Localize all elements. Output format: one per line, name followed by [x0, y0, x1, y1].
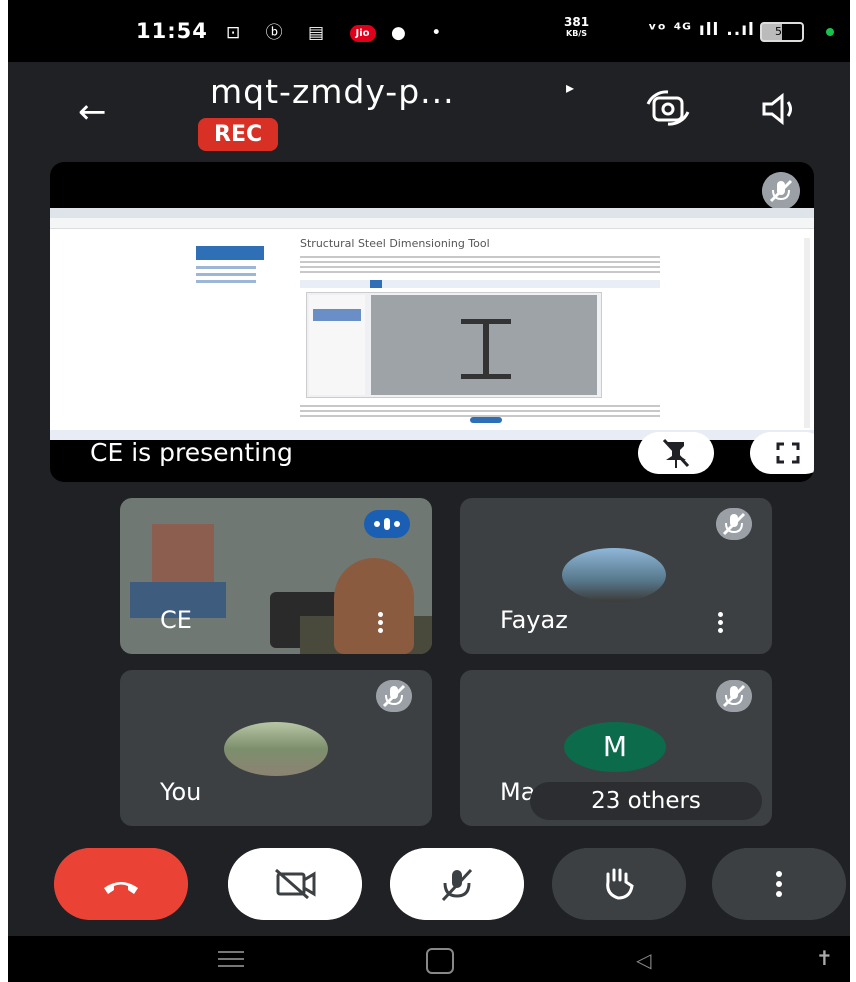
privacy-dot — [826, 28, 834, 36]
back-arrow-icon[interactable]: ← — [78, 92, 107, 132]
home-icon[interactable] — [426, 948, 454, 974]
avatar: M — [564, 722, 666, 772]
more-vert-icon[interactable] — [712, 848, 846, 920]
meet-call-screen: 11:54 ⊡ ⓑ ▤ Jio ● • 381 KB/S ᵛᵒ ⁴ᴳ ıll ..… — [8, 0, 850, 982]
shared-sidebar — [196, 246, 266, 306]
recents-icon[interactable] — [218, 950, 244, 968]
jio-icon: Jio — [349, 24, 376, 42]
status-bar: 11:54 ⊡ ⓑ ▤ Jio ● • 381 KB/S ᵛᵒ ⁴ᴳ ıll ..… — [8, 0, 850, 62]
meeting-code[interactable]: mqt-zmdy-p... — [210, 72, 455, 111]
pin-off-icon[interactable] — [638, 432, 714, 474]
nav-back-icon[interactable]: ◁ — [636, 948, 651, 972]
shared-screen: Structural Steel Dimensioning Tool — [50, 208, 814, 440]
speaker-icon[interactable] — [760, 92, 800, 126]
avatar — [224, 722, 328, 776]
mic-off-icon — [376, 680, 412, 712]
fullscreen-icon[interactable] — [750, 432, 814, 474]
accessibility-icon[interactable]: ✝ — [816, 946, 833, 970]
avatar — [562, 548, 666, 602]
recording-badge: REC — [198, 118, 279, 151]
others-chip[interactable]: 23 others — [530, 782, 762, 820]
battery-icon: 50 — [760, 22, 804, 42]
participant-name: Fayaz — [500, 606, 568, 634]
more-vert-icon[interactable] — [376, 612, 384, 636]
mic-off-icon[interactable] — [390, 848, 524, 920]
shared-heading: Structural Steel Dimensioning Tool — [300, 237, 490, 250]
mic-off-icon — [716, 680, 752, 712]
more-vert-icon[interactable] — [716, 612, 724, 636]
mic-off-icon — [716, 508, 752, 540]
presentation-tile[interactable]: Structural Steel Dimensioning Tool CE is… — [50, 162, 814, 482]
system-nav-bar: ◁ ✝ — [8, 936, 850, 982]
participant-tile-ce[interactable]: CE — [120, 498, 432, 654]
network-speed: 381 KB/S — [564, 15, 590, 38]
meeting-header: ← mqt-zmdy-p... ▸ REC — [8, 62, 850, 162]
participant-name: CE — [160, 606, 192, 634]
chevron-right-icon[interactable]: ▸ — [566, 78, 574, 97]
rotate-camera-icon[interactable] — [646, 90, 690, 126]
status-time: 11:54 — [136, 19, 208, 43]
camera-off-icon[interactable] — [228, 848, 362, 920]
mic-off-icon — [762, 172, 800, 210]
call-icon: ● — [390, 23, 416, 43]
call-controls — [8, 848, 850, 934]
speaking-indicator-icon — [364, 510, 410, 538]
shared-drawing-panel — [306, 292, 602, 398]
participant-name: You — [160, 778, 202, 806]
status-notification-icons: ⊡ ⓑ ▤ Jio ● • — [226, 23, 452, 43]
end-call-icon[interactable] — [54, 848, 188, 920]
participant-tile-you[interactable]: You — [120, 670, 432, 826]
signal-icon: ᵛᵒ ⁴ᴳ ıll ..ıl — [648, 20, 755, 40]
participant-tile-fayaz[interactable]: Fayaz — [460, 498, 772, 654]
presenter-label: CE is presenting — [90, 438, 293, 467]
raise-hand-icon[interactable] — [552, 848, 686, 920]
